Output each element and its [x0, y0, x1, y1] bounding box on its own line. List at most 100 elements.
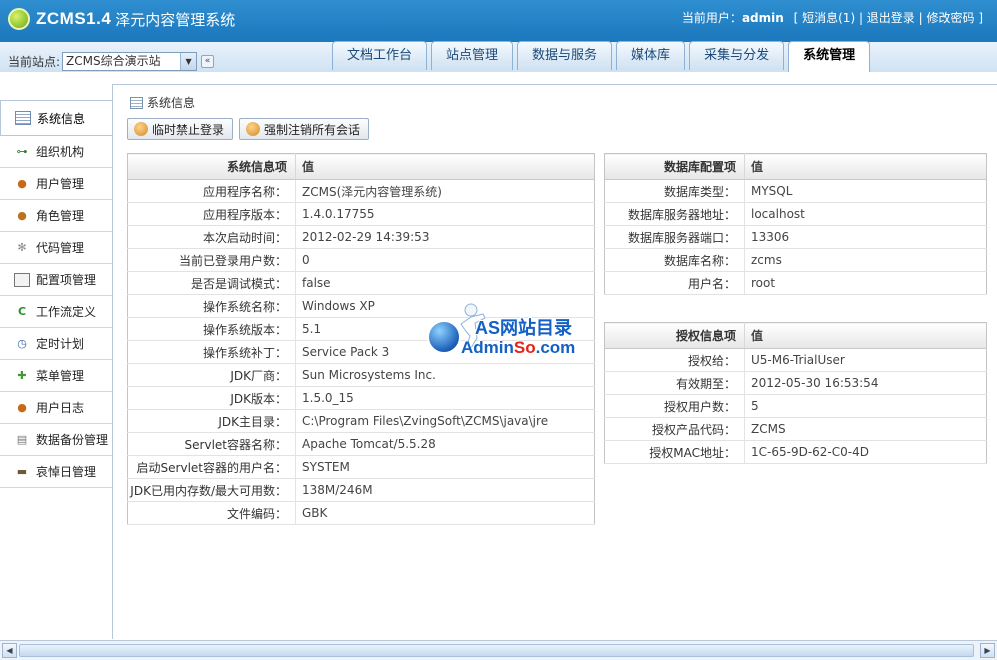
table-row: 数据库名称： zcms	[604, 248, 987, 272]
sidebar-item-config[interactable]: 配置项管理	[0, 264, 112, 296]
main-panel: 系统信息 临时禁止登录 强制注销所有会话 系统信息项 值 应用程序名称： ZCMS…	[112, 84, 997, 639]
puzzle-icon: ✚	[17, 368, 27, 382]
info-key: 是否是调试模式：	[127, 271, 296, 295]
sidebar-item-label: 配置项管理	[36, 273, 97, 287]
sidebar-item-label: 定时计划	[36, 337, 85, 351]
panel-title-text: 系统信息	[147, 96, 196, 110]
disable-login-button[interactable]: 临时禁止登录	[127, 118, 234, 140]
info-value: root	[744, 271, 987, 295]
change-password-link[interactable]: | 修改密码 ]	[919, 11, 983, 25]
sidebar-item-users[interactable]: ● 用户管理	[0, 168, 112, 200]
info-value: 1.5.0_15	[295, 386, 595, 410]
info-key: 有效期至：	[604, 371, 745, 395]
info-value: 138M/246M	[295, 478, 595, 502]
config-icon	[14, 272, 30, 287]
info-key: 启动Servlet容器的用户名：	[127, 455, 296, 479]
logout-link[interactable]: | 退出登录	[859, 11, 915, 25]
info-value: ZCMS(泽元内容管理系统)	[295, 179, 595, 203]
info-key: 授权MAC地址：	[604, 440, 745, 464]
watermark-domain: AdminSo.com	[461, 338, 576, 357]
info-value: false	[295, 271, 595, 295]
disable-login-label: 临时禁止登录	[152, 122, 225, 137]
info-value: MYSQL	[744, 179, 987, 203]
info-value: localhost	[744, 202, 987, 226]
main-tabs: 文档工作台 站点管理 数据与服务 媒体库 采集与分发 系统管理	[332, 41, 874, 72]
info-value: 1C-65-9D-62-C0-4D	[744, 440, 987, 464]
sidebar-item-label: 代码管理	[36, 241, 85, 255]
tab-system-management[interactable]: 系统管理	[788, 41, 871, 72]
column-header: 数据库配置项	[604, 153, 745, 180]
info-value: 1.4.0.17755	[295, 202, 595, 226]
app-logo: ZCMS1.4 泽元内容管理系统	[8, 8, 235, 30]
info-key: 数据库类型：	[604, 179, 745, 203]
info-value: Apache Tomcat/5.5.28	[295, 432, 595, 456]
sidebar-item-roles[interactable]: ● 角色管理	[0, 200, 112, 232]
info-key: JDK已用内存数/最大可用数：	[127, 478, 296, 502]
scroll-left-icon[interactable]: ◀	[2, 643, 17, 658]
info-value: ZCMS	[744, 417, 987, 441]
table-row: 当前已登录用户数： 0	[127, 248, 595, 272]
info-key: 操作系统名称：	[127, 294, 296, 318]
messages-link[interactable]: [ 短消息(1)	[794, 11, 856, 25]
table-row: 本次启动时间： 2012-02-29 14:39:53	[127, 225, 595, 249]
info-key: 授权产品代码：	[604, 417, 745, 441]
sidebar-item-label: 角色管理	[36, 209, 85, 223]
info-value: GBK	[295, 501, 595, 525]
info-value: 13306	[744, 225, 987, 249]
column-header: 值	[744, 153, 987, 180]
panel-toolbar: 临时禁止登录 强制注销所有会话	[127, 118, 375, 140]
info-key: JDK版本：	[127, 386, 296, 410]
info-key: 文件编码：	[127, 501, 296, 525]
list-icon	[15, 111, 31, 125]
database-icon: ▤	[16, 432, 28, 446]
sidebar-item-label: 用户日志	[36, 401, 85, 415]
table-row: 有效期至： 2012-05-30 16:53:54	[604, 371, 987, 395]
sidebar-item-mourning[interactable]: ▬ 哀悼日管理	[0, 456, 112, 488]
scroll-right-icon[interactable]: ▶	[980, 643, 995, 658]
table-row: 应用程序版本： 1.4.0.17755	[127, 202, 595, 226]
force-logout-button[interactable]: 强制注销所有会话	[239, 118, 370, 140]
sidebar-item-menus[interactable]: ✚ 菜单管理	[0, 360, 112, 392]
info-key: 本次启动时间：	[127, 225, 296, 249]
site-label: 当前站点:	[8, 55, 61, 69]
tab-media-library[interactable]: 媒体库	[616, 41, 686, 70]
table-row: 用户名： root	[604, 271, 987, 295]
table-row: JDK版本： 1.5.0_15	[127, 386, 595, 410]
sidebar-item-backup[interactable]: ▤ 数据备份管理	[0, 424, 112, 456]
sidebar-item-workflow[interactable]: C 工作流定义	[0, 296, 112, 328]
sidebar-item-organization[interactable]: ⊶ 组织机构	[0, 136, 112, 168]
table-row: 是否是调试模式： false	[127, 271, 595, 295]
table-row: 授权MAC地址： 1C-65-9D-62-C0-4D	[604, 440, 987, 464]
info-value: zcms	[744, 248, 987, 272]
column-header: 值	[744, 322, 987, 349]
column-header: 系统信息项	[127, 153, 296, 180]
sidebar-item-codes[interactable]: ✻ 代码管理	[0, 232, 112, 264]
sidebar-item-user-log[interactable]: ● 用户日志	[0, 392, 112, 424]
current-user-label: 当前用户：	[681, 11, 742, 25]
info-key: 操作系统补丁：	[127, 340, 296, 364]
column-header: 授权信息项	[604, 322, 745, 349]
info-key: 应用程序版本：	[127, 202, 296, 226]
table-row: 数据库服务器地址： localhost	[604, 202, 987, 226]
table-row: 启动Servlet容器的用户名： SYSTEM	[127, 455, 595, 479]
table-row: JDK主目录： C:\Program Files\ZvingSoft\ZCMS\j…	[127, 409, 595, 433]
user-log-icon: ●	[17, 400, 27, 414]
table-row: 数据库类型： MYSQL	[604, 179, 987, 203]
scrollbar-thumb[interactable]	[19, 644, 974, 657]
table-row: JDK已用内存数/最大可用数： 138M/246M	[127, 478, 595, 502]
org-icon: ⊶	[16, 144, 28, 158]
collapse-sidebar-icon[interactable]: «	[201, 55, 215, 68]
sidebar-item-schedule[interactable]: ◷ 定时计划	[0, 328, 112, 360]
user-lock-icon	[134, 122, 148, 136]
tab-site-management[interactable]: 站点管理	[431, 41, 514, 70]
sidebar-item-label: 数据备份管理	[36, 433, 109, 447]
sidebar-item-system-info[interactable]: 系统信息	[0, 100, 112, 136]
site-select[interactable]: ZCMS综合演示站 ▼	[62, 52, 198, 71]
tab-data-services[interactable]: 数据与服务	[517, 41, 613, 70]
tab-document-workspace[interactable]: 文档工作台	[332, 41, 428, 70]
chevron-down-icon[interactable]: ▼	[180, 53, 197, 70]
tab-collect-distribute[interactable]: 采集与分发	[689, 41, 785, 70]
horizontal-scrollbar[interactable]: ◀ ▶	[0, 640, 997, 660]
info-key: 授权用户数：	[604, 394, 745, 418]
table-row: JDK厂商： Sun Microsystems Inc.	[127, 363, 595, 387]
